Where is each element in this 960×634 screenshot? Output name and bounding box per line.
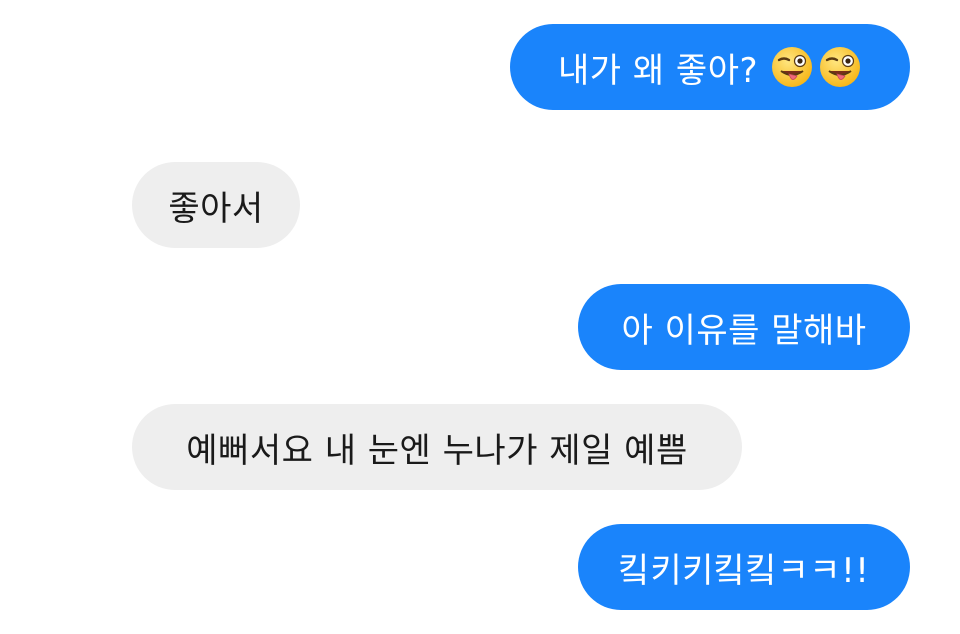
message-bubble-incoming[interactable]: 좋아서 [132,162,300,248]
emoji-group [770,45,862,89]
message-text: 예뻐서요 내 눈엔 누나가 제일 예쁨 [186,430,688,471]
message-bubble-outgoing[interactable]: 킼키키킼킼ㅋㅋ!! [578,524,910,610]
chat-thread: 내가 왜 좋아? 좋아서 아 이유를 말해바 예뻐서요 내 눈엔 누나가 제일 … [0,0,960,634]
message-bubble-outgoing[interactable]: 내가 왜 좋아? [510,24,910,110]
message-text: 킼키키킼킼ㅋㅋ!! [618,550,870,591]
message-text: 좋아서 [168,188,264,229]
message-bubble-outgoing[interactable]: 아 이유를 말해바 [578,284,910,370]
message-text: 아 이유를 말해바 [621,310,867,351]
winking-face-with-tongue-icon [772,47,813,87]
winking-face-with-tongue-icon [820,47,861,87]
message-bubble-incoming[interactable]: 예뻐서요 내 눈엔 누나가 제일 예쁨 [132,404,742,490]
message-text: 내가 왜 좋아? [557,50,759,91]
